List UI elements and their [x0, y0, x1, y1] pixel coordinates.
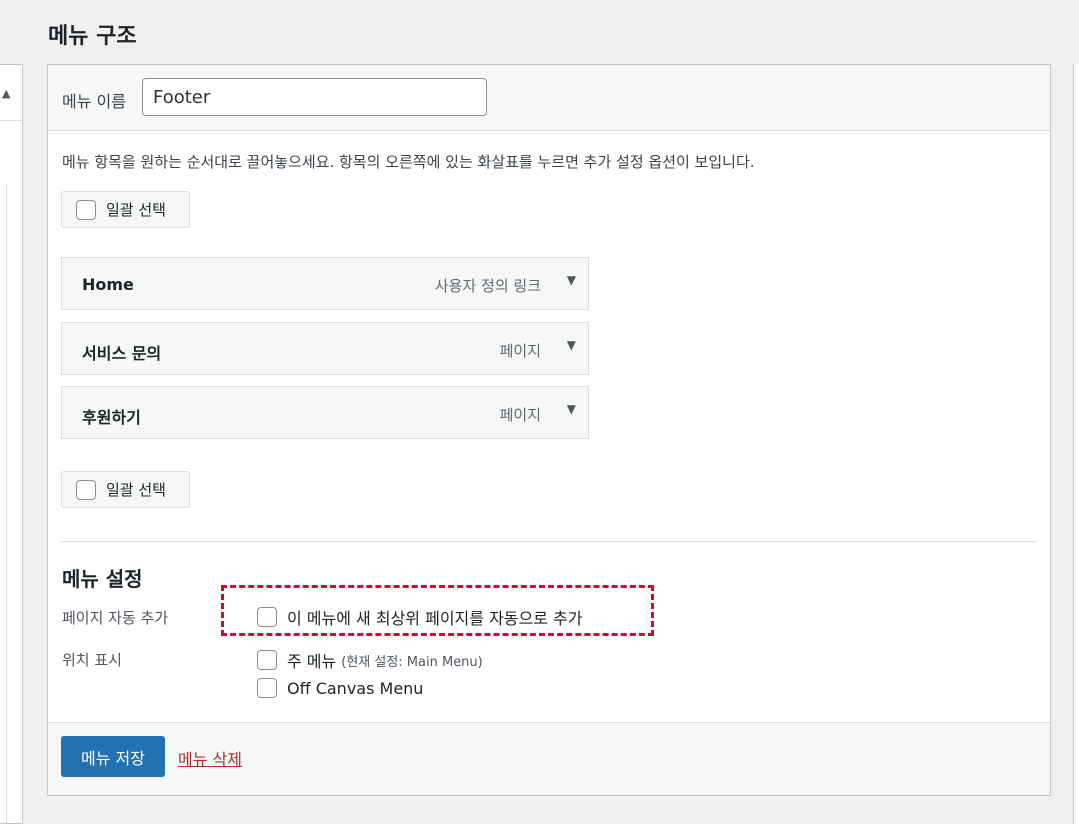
caret-down-icon[interactable]: ▼: [567, 402, 576, 416]
primary-menu-label: 주 메뉴: [287, 652, 337, 671]
location-primary-menu[interactable]: 주 메뉴 (현재 설정: Main Menu): [257, 648, 483, 672]
menu-name-bar: 메뉴 이름: [48, 65, 1050, 131]
menu-item-home[interactable]: Home 사용자 정의 링크 ▼: [61, 257, 589, 310]
off-canvas-menu-checkbox[interactable]: [257, 678, 277, 698]
divider: [61, 541, 1037, 542]
bulk-select-label: 일괄 선택: [106, 481, 166, 499]
menu-name-input[interactable]: [142, 78, 487, 116]
page-title: 메뉴 구조: [48, 24, 137, 49]
menu-item-title: 서비스 문의: [82, 344, 162, 363]
menu-item-type: 사용자 정의 링크: [434, 277, 541, 295]
menu-settings-title: 메뉴 설정: [62, 567, 143, 591]
bulk-select-button[interactable]: 일괄 선택: [61, 191, 190, 228]
auto-add-pages-label: 페이지 자동 추가: [62, 609, 169, 627]
menu-item-title: Home: [82, 275, 134, 294]
menu-item-donate[interactable]: 후원하기 페이지 ▼: [61, 386, 589, 439]
highlight-annotation: [221, 585, 654, 636]
location-off-canvas-menu[interactable]: Off Canvas Menu: [257, 678, 423, 698]
menu-item-type: 페이지: [499, 342, 541, 360]
left-panel-header[interactable]: ▲: [0, 65, 22, 121]
primary-menu-checkbox[interactable]: [257, 650, 277, 670]
bulk-select-checkbox[interactable]: [76, 199, 96, 220]
display-location-label: 위치 표시: [62, 651, 122, 669]
save-menu-button[interactable]: 메뉴 저장: [61, 736, 165, 777]
menu-name-label: 메뉴 이름: [62, 92, 126, 111]
menu-footer-bar: 메뉴 저장 메뉴 삭제: [48, 722, 1050, 795]
bulk-select-label: 일괄 선택: [106, 201, 166, 219]
caret-down-icon[interactable]: ▼: [567, 273, 576, 287]
bulk-select-button-bottom[interactable]: 일괄 선택: [61, 471, 190, 508]
bulk-select-checkbox[interactable]: [76, 479, 96, 500]
caret-down-icon[interactable]: ▼: [567, 338, 576, 352]
off-canvas-menu-label: Off Canvas Menu: [287, 678, 424, 698]
scrollbar[interactable]: [1073, 64, 1079, 824]
left-panel-inner: [0, 183, 7, 823]
menu-item-type: 페이지: [499, 406, 541, 424]
menu-item-title: 후원하기: [82, 408, 141, 427]
left-side-panel: ▲: [0, 64, 23, 824]
primary-menu-note: (현재 설정: Main Menu): [341, 654, 483, 670]
chevron-up-icon[interactable]: ▲: [2, 87, 10, 100]
menu-editor-frame: 메뉴 이름 메뉴 항목을 원하는 순서대로 끌어놓으세요. 항목의 오른쪽에 있…: [47, 64, 1051, 796]
delete-menu-link[interactable]: 메뉴 삭제: [178, 746, 242, 770]
menu-item-service-inquiry[interactable]: 서비스 문의 페이지 ▼: [61, 322, 589, 375]
drag-instructions: 메뉴 항목을 원하는 순서대로 끌어놓으세요. 항목의 오른쪽에 있는 화살표를…: [62, 153, 755, 171]
